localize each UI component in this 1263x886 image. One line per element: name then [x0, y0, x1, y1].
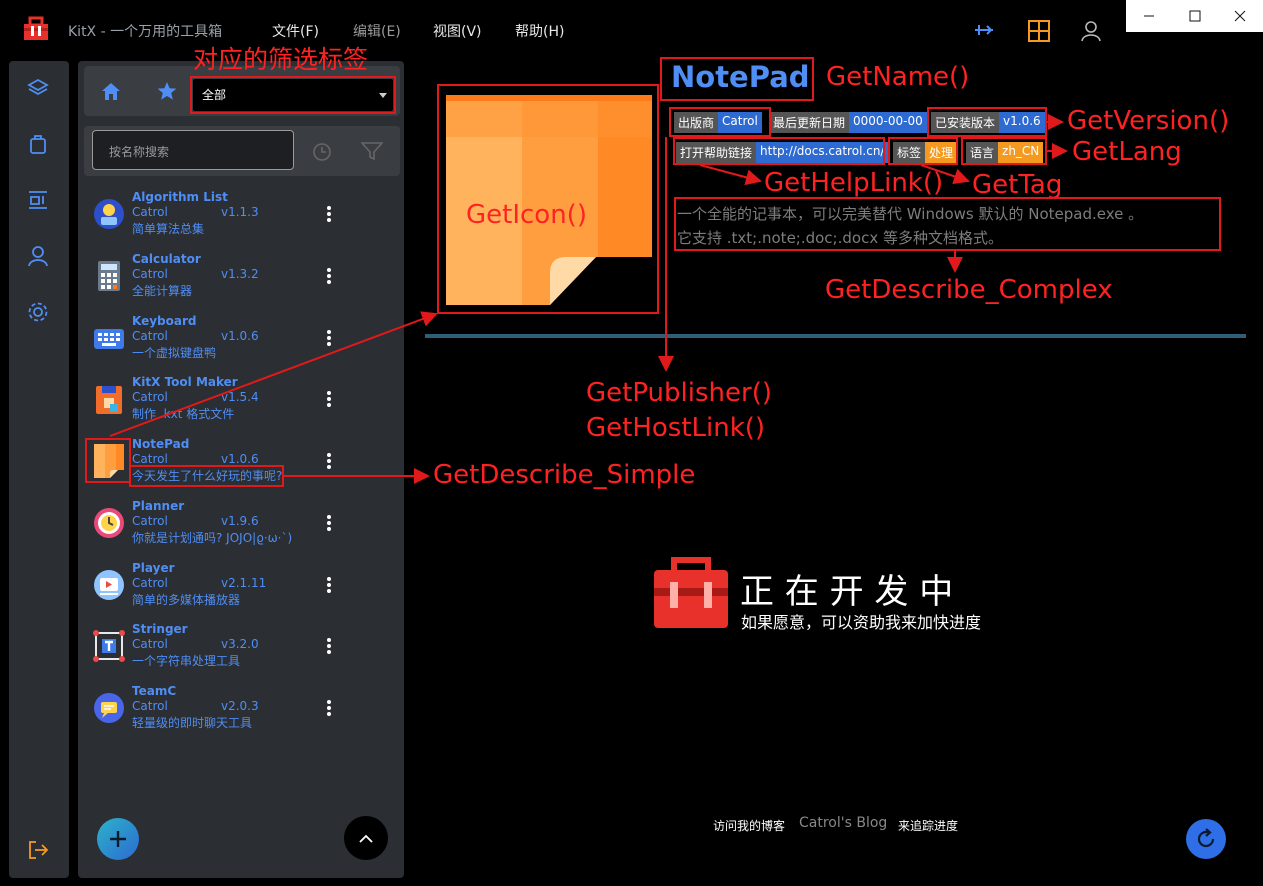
refresh-button[interactable] [1186, 819, 1226, 859]
annotation-arrows [109, 114, 1068, 484]
dev-title: 正 在 开 发 中 [740, 572, 954, 612]
blog-link[interactable]: Catrol's Blog [799, 815, 887, 831]
footer-prefix: 访问我的博客 [713, 819, 786, 833]
footer-suffix: 来追踪进度 [898, 819, 959, 833]
dev-subtitle: 如果愿意，可以资助我来加快进度 [741, 613, 982, 632]
toolbox-icon [654, 557, 728, 628]
refresh-icon [1197, 828, 1215, 848]
